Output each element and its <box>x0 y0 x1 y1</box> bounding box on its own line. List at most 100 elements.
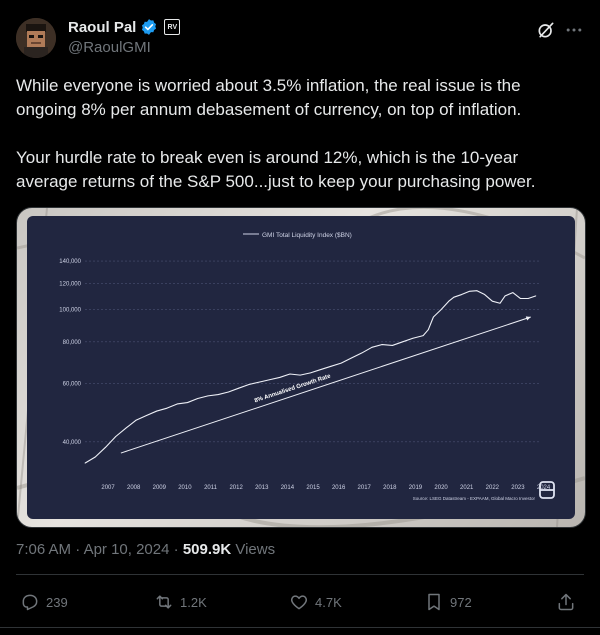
liquidity-data-point <box>433 316 434 318</box>
liquidity-data-point <box>187 402 188 403</box>
liquidity-data-point <box>135 419 137 421</box>
meta-separator: · <box>173 541 179 558</box>
liquidity-data-point <box>269 379 270 381</box>
y-tick-label: 40,000 <box>63 440 82 446</box>
x-tick-label: 2008 <box>127 485 141 491</box>
liquidity-data-point <box>440 309 442 311</box>
liquidity-data-point <box>197 398 199 399</box>
views-label: Views <box>235 541 276 558</box>
liquidity-data-point <box>299 374 301 376</box>
more-icon[interactable] <box>564 20 584 40</box>
verified-badge-icon <box>142 19 157 35</box>
liquidity-data-point <box>361 352 363 354</box>
liquidity-data-point <box>320 369 322 370</box>
liquidity-data-point <box>422 335 424 337</box>
liquidity-data-point <box>491 300 493 302</box>
divider <box>16 574 584 575</box>
liquidity-data-point <box>499 302 501 304</box>
liquidity-data-point <box>402 341 404 343</box>
tweet-media-image[interactable]: 40,000 60,000 80,000 100,000 120,000 140,000 2… <box>16 207 586 528</box>
liquidity-data-point <box>461 294 462 295</box>
x-tick-label: 2010 <box>178 485 192 491</box>
y-tick-label: 100,000 <box>59 308 81 314</box>
bookmark-button[interactable]: 972 <box>424 592 472 612</box>
liquidity-data-point <box>476 290 478 292</box>
tweet-header: Raoul Pal RV @RaoulGMI <box>16 16 584 60</box>
reply-button[interactable]: 239 <box>20 592 68 612</box>
liquidity-data-point <box>340 362 342 364</box>
legend-label: GMI Total Liquidity Index ($BN) <box>262 232 352 239</box>
share-button[interactable] <box>556 592 576 612</box>
x-tick-label: 2021 <box>460 485 474 491</box>
tweet-date[interactable]: Apr 10, 2024 <box>84 541 170 558</box>
liquidity-data-point <box>94 456 96 458</box>
like-button[interactable]: 4.7K <box>289 592 342 612</box>
tweet-meta: 7:06 AM · Apr 10, 2024 · 509.9K Views <box>16 541 275 558</box>
x-tick-label: 2014 <box>281 485 295 491</box>
trend-arrowhead <box>525 316 531 321</box>
growth-trend-line <box>120 316 531 454</box>
author-name-row: Raoul Pal RV <box>68 18 181 36</box>
liquidity-data-point <box>512 292 514 294</box>
x-tick-label: 2011 <box>204 485 218 491</box>
liquidity-data-point <box>351 357 352 359</box>
grok-icon[interactable] <box>536 20 556 40</box>
repost-button[interactable]: 1.2K <box>154 592 207 612</box>
y-tick-label: 120,000 <box>59 281 81 287</box>
x-tick-label: 2013 <box>255 485 269 491</box>
like-count: 4.7K <box>315 594 342 610</box>
chart-source: Source: LSEG Datastream - EXPAAM, Global… <box>413 496 536 501</box>
x-tick-label: 2018 <box>383 485 397 491</box>
x-tick-label: 2016 <box>332 485 346 491</box>
growth-rate-annotation: 8% Annualised Growth Rate <box>254 373 332 404</box>
liquidity-data-point <box>371 346 373 348</box>
reply-count: 239 <box>46 594 68 610</box>
liquidity-data-point <box>484 294 486 295</box>
liquidity-data-point <box>330 365 332 367</box>
views-count[interactable]: 509.9K <box>183 541 231 558</box>
liquidity-data-point <box>238 387 240 389</box>
liquidity-data-point <box>535 295 537 297</box>
repost-icon <box>156 595 172 609</box>
liquidity-data-point <box>258 381 260 383</box>
tweet-time[interactable]: 7:06 AM <box>16 541 71 558</box>
liquidity-data-point <box>520 298 521 299</box>
liquidity-data-point <box>228 391 229 393</box>
liquidity-data-point <box>392 345 393 346</box>
repost-count: 1.2K <box>180 594 207 610</box>
tweet-text: While everyone is worried about 3.5% inf… <box>16 74 584 218</box>
liquidity-data-point <box>115 436 117 437</box>
author-handle[interactable]: @RaoulGMI <box>68 39 151 56</box>
reply-icon <box>22 594 38 611</box>
liquidity-data-point <box>166 407 168 409</box>
like-icon <box>290 595 308 610</box>
action-bar: 239 1.2K 4.7K 972 <box>16 586 584 620</box>
chart-panel: 40,000 60,000 80,000 100,000 120,000 140,000 2… <box>27 216 575 519</box>
liquidity-data-point <box>217 394 219 395</box>
liquidity-data-point <box>412 337 414 339</box>
affiliate-badge[interactable]: RV <box>164 19 181 35</box>
x-tick-label: 2022 <box>486 485 500 491</box>
y-tick-label: 140,000 <box>59 259 81 265</box>
x-tick-label: 2009 <box>153 485 167 491</box>
x-tick-label: 2015 <box>306 485 320 491</box>
liquidity-data-point <box>527 298 529 299</box>
liquidity-data-point <box>427 329 429 331</box>
divider <box>0 627 600 628</box>
liquidity-data-point <box>248 384 250 385</box>
tweet-paragraph-2: Your hurdle rate to break even is around… <box>16 148 536 191</box>
liquidity-data-point <box>156 410 158 412</box>
bookmark-icon <box>428 593 440 611</box>
bookmark-count: 972 <box>450 594 472 610</box>
author-name[interactable]: Raoul Pal <box>68 19 136 36</box>
liquidity-data-point <box>468 290 470 292</box>
avatar[interactable] <box>16 18 56 58</box>
meta-separator: · <box>75 541 81 558</box>
liquidity-data-point <box>504 295 506 297</box>
liquidity-data-point <box>289 373 291 375</box>
y-tick-label: 60,000 <box>63 381 82 387</box>
avatar-image <box>16 18 56 58</box>
y-tick-label: 80,000 <box>63 340 82 346</box>
liquidity-chart: 40,000 60,000 80,000 100,000 120,000 140,000 2… <box>59 232 555 501</box>
liquidity-data-point <box>448 300 450 302</box>
